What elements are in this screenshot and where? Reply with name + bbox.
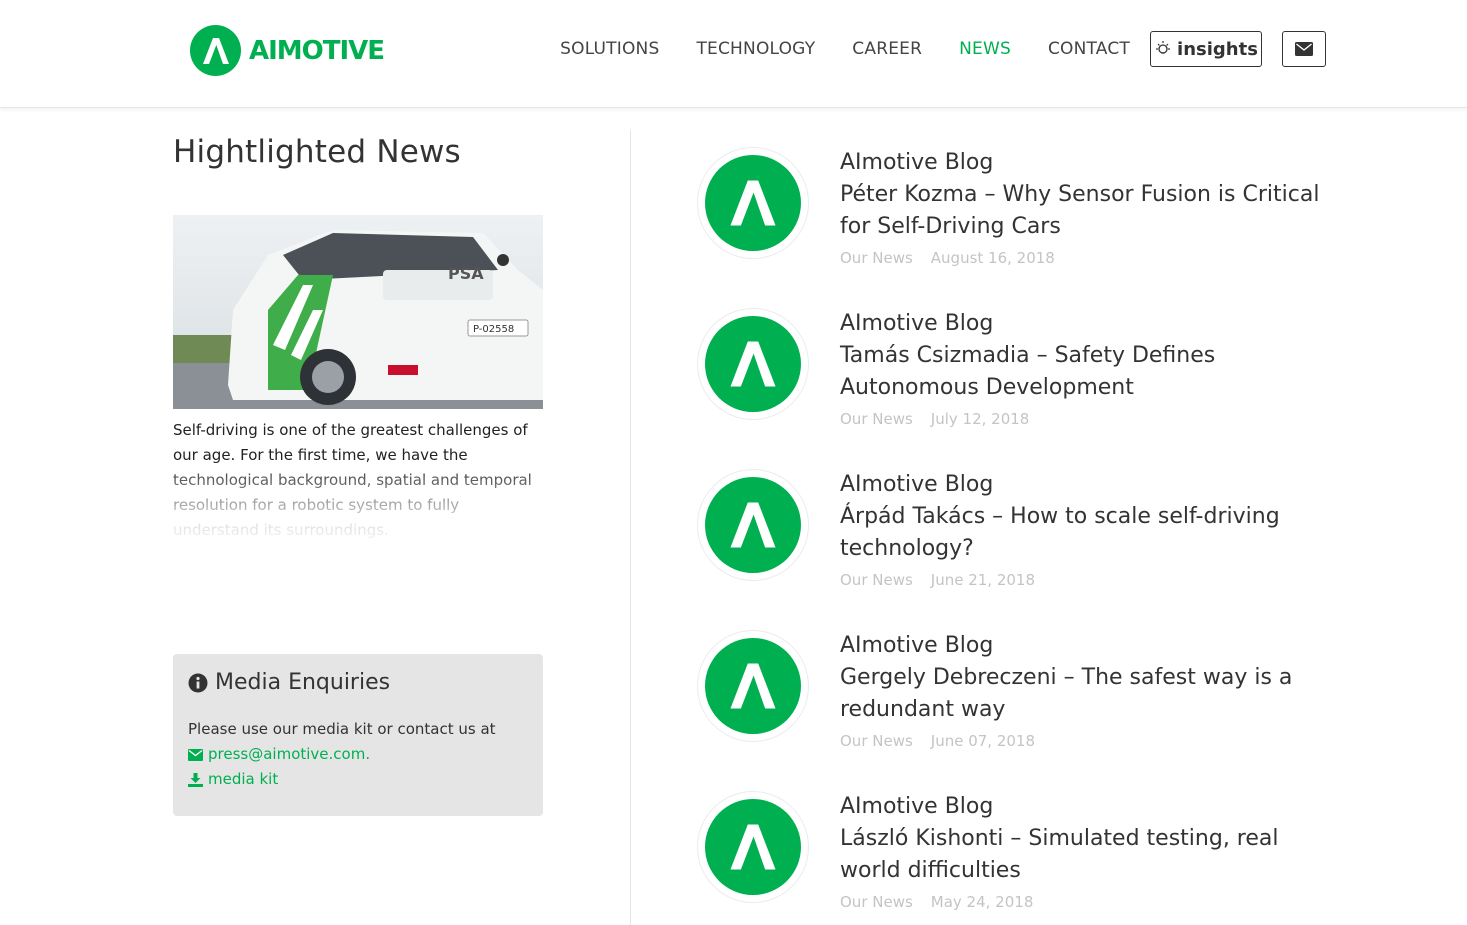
news-avatar[interactable] [697,147,809,259]
media-title: Media Enquiries [188,670,528,695]
news-item[interactable]: AImotive Blog Gergely Debreczeni – The s… [697,630,1337,780]
nav-solutions[interactable]: SOLUTIONS [560,39,659,59]
news-avatar[interactable] [697,630,809,742]
highlighted-news-title: Hightlighted News [173,134,461,170]
news-item[interactable]: AImotive Blog Péter Kozma – Why Sensor F… [697,147,1337,297]
news-avatar[interactable] [697,308,809,420]
news-meta: Our News August 16, 2018 [840,249,1335,267]
site-header: AIMOTIVE SOLUTIONS TECHNOLOGY CAREER NEW… [0,0,1467,108]
press-email-text: press@aimotive.com. [208,745,371,763]
column-divider [630,130,631,925]
news-body: AImotive Blog László Kishonti – Simulate… [840,791,1335,911]
car-photo: P-02558 PSA [173,215,543,409]
news-avatar[interactable] [697,469,809,581]
media-title-text: Media Enquiries [215,670,391,695]
aimotive-logo-icon [705,799,801,895]
news-category[interactable]: AImotive Blog [840,469,1335,501]
news-body: AImotive Blog Tamás Csizmadia – Safety D… [840,308,1335,428]
aimotive-logo-icon [190,25,241,76]
news-date: August 16, 2018 [930,249,1055,267]
media-enquiries-box: Media Enquiries Please use our media kit… [173,654,543,816]
news-date: July 12, 2018 [930,410,1030,428]
news-item[interactable]: AImotive Blog Tamás Csizmadia – Safety D… [697,308,1337,458]
news-tag[interactable]: Our News [840,571,913,589]
logo-wordmark: AIMOTIVE [249,35,385,66]
envelope-icon [1295,42,1313,56]
news-body: AImotive Blog Péter Kozma – Why Sensor F… [840,147,1335,267]
media-text: Please use our media kit or contact us a… [188,720,496,738]
excerpt-fade [173,460,543,550]
news-title[interactable]: Árpád Takács – How to scale self-driving… [840,501,1335,565]
news-meta: Our News June 21, 2018 [840,571,1335,589]
news-category[interactable]: AImotive Blog [840,308,1335,340]
highlight-car-image[interactable]: P-02558 PSA [173,215,543,409]
insights-button[interactable]: insights [1150,31,1262,67]
news-title[interactable]: Tamás Csizmadia – Safety Defines Autonom… [840,340,1335,404]
news-body: AImotive Blog Gergely Debreczeni – The s… [840,630,1335,750]
aimotive-logo-icon [705,477,801,573]
aimotive-logo[interactable]: AIMOTIVE [190,25,385,76]
mail-button[interactable] [1282,31,1326,67]
envelope-icon [188,748,203,761]
news-meta: Our News June 07, 2018 [840,732,1335,750]
aimotive-logo-icon [705,316,801,412]
media-kit-text: media kit [208,770,279,788]
nav-contact[interactable]: CONTACT [1048,39,1130,59]
news-body: AImotive Blog Árpád Takács – How to scal… [840,469,1335,589]
media-kit-link[interactable]: media kit [188,767,528,792]
news-tag[interactable]: Our News [840,893,913,911]
press-email-link[interactable]: press@aimotive.com. [188,742,528,767]
news-date: May 24, 2018 [930,893,1034,911]
nav-news[interactable]: NEWS [959,39,1011,59]
news-date: June 21, 2018 [930,571,1036,589]
news-meta: Our News July 12, 2018 [840,410,1335,428]
news-date: June 07, 2018 [930,732,1036,750]
news-category[interactable]: AImotive Blog [840,791,1335,823]
info-icon [188,673,208,692]
news-title[interactable]: László Kishonti – Simulated testing, rea… [840,823,1335,887]
aimotive-logo-icon [705,155,801,251]
svg-text:PSA: PSA [448,264,484,283]
news-avatar[interactable] [697,791,809,903]
main-nav: SOLUTIONS TECHNOLOGY CAREER NEWS CONTACT… [523,31,1326,67]
news-meta: Our News May 24, 2018 [840,893,1335,911]
news-title[interactable]: Péter Kozma – Why Sensor Fusion is Criti… [840,179,1335,243]
aimotive-logo-icon [705,638,801,734]
news-item[interactable]: AImotive Blog Árpád Takács – How to scal… [697,469,1337,619]
lightbulb-icon [1156,41,1171,54]
news-item[interactable]: AImotive Blog László Kishonti – Simulate… [697,791,1337,925]
news-category[interactable]: AImotive Blog [840,147,1335,179]
nav-technology[interactable]: TECHNOLOGY [696,39,815,59]
svg-text:P-02558: P-02558 [473,324,514,335]
insights-label: insights [1177,38,1258,60]
news-tag[interactable]: Our News [840,732,913,750]
news-tag[interactable]: Our News [840,410,913,428]
news-category[interactable]: AImotive Blog [840,630,1335,662]
nav-career[interactable]: CAREER [852,39,922,59]
news-title[interactable]: Gergely Debreczeni – The safest way is a… [840,662,1335,726]
download-icon [188,772,203,787]
news-tag[interactable]: Our News [840,249,913,267]
